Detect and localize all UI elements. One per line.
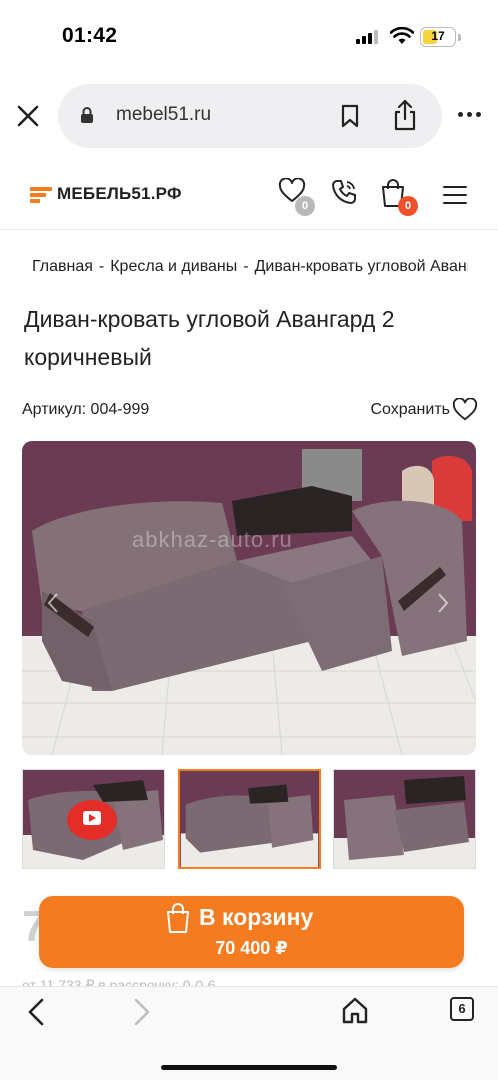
home-icon[interactable]	[340, 995, 370, 1025]
back-icon[interactable]	[24, 997, 48, 1027]
product-main-image[interactable]: abkhaz-auto.ru	[22, 441, 476, 755]
url-text: mebel51.ru	[116, 104, 212, 125]
status-bar: 01:42 17	[0, 0, 498, 70]
logo-mark-icon	[30, 185, 52, 203]
breadcrumb-current: Диван-кровать угловой Авангард 2 коричне…	[254, 258, 468, 275]
installment-text: от 11 733 ₽ в рассрочку: 0-0-6	[22, 977, 216, 986]
save-link[interactable]: Сохранить	[370, 401, 450, 419]
forward-icon[interactable]	[130, 997, 154, 1027]
thumbnail-3[interactable]	[333, 769, 476, 869]
favorites-badge: 0	[295, 196, 315, 216]
signal-icon	[356, 30, 378, 44]
close-icon[interactable]	[16, 104, 40, 128]
tabs-icon[interactable]: 6	[450, 997, 474, 1021]
image-watermark: abkhaz-auto.ru	[132, 527, 293, 552]
wifi-icon	[390, 27, 414, 44]
address-bar[interactable]: mebel51.ru	[58, 84, 442, 148]
youtube-play-icon[interactable]	[67, 800, 117, 840]
product-sku: Артикул: 004-999	[22, 401, 150, 418]
status-time: 01:42	[62, 24, 118, 47]
shopping-bag-icon	[167, 903, 189, 933]
sku-row: Артикул: 004-999 Сохранить	[22, 398, 478, 424]
next-image-icon[interactable]	[436, 591, 450, 615]
thumbnail-video[interactable]	[22, 769, 165, 869]
add-to-cart-button[interactable]: В корзину 70 400 ₽	[39, 896, 464, 968]
breadcrumb-category[interactable]: Кресла и диваны	[110, 258, 237, 275]
heart-icon[interactable]	[452, 398, 478, 422]
bookmark-icon[interactable]	[340, 104, 360, 128]
share-icon[interactable]	[392, 98, 418, 132]
prev-image-icon[interactable]	[46, 591, 60, 615]
phone-icon[interactable]	[330, 178, 358, 206]
more-icon[interactable]	[458, 112, 481, 117]
site-header: МЕБЕЛЬ51.РФ 0 0	[0, 164, 498, 230]
thumbnail-2[interactable]	[178, 769, 321, 869]
breadcrumb: Главная - Кресла и диваны - Диван-кровать уг…	[32, 258, 468, 276]
battery-level: 17	[431, 29, 445, 43]
site-logo[interactable]: МЕБЕЛЬ51.РФ	[30, 184, 182, 204]
add-to-cart-label: В корзину	[199, 904, 314, 930]
product-title: Диван-кровать угловой Авангард 2 коричне…	[24, 306, 395, 370]
add-to-cart-price: 70 400 ₽	[215, 938, 288, 958]
breadcrumb-home[interactable]: Главная	[32, 258, 93, 275]
lock-icon	[81, 107, 93, 123]
logo-text: МЕБЕЛЬ51.РФ	[57, 184, 182, 203]
thumbnail-strip	[22, 769, 476, 869]
battery-icon: 17	[420, 27, 456, 47]
browser-toolbar: 6	[0, 986, 498, 1080]
sofa-photo	[22, 441, 476, 755]
browser-bar: mebel51.ru	[0, 80, 498, 152]
home-indicator	[161, 1065, 337, 1070]
menu-icon[interactable]	[443, 186, 467, 210]
cart-badge: 0	[398, 196, 418, 216]
